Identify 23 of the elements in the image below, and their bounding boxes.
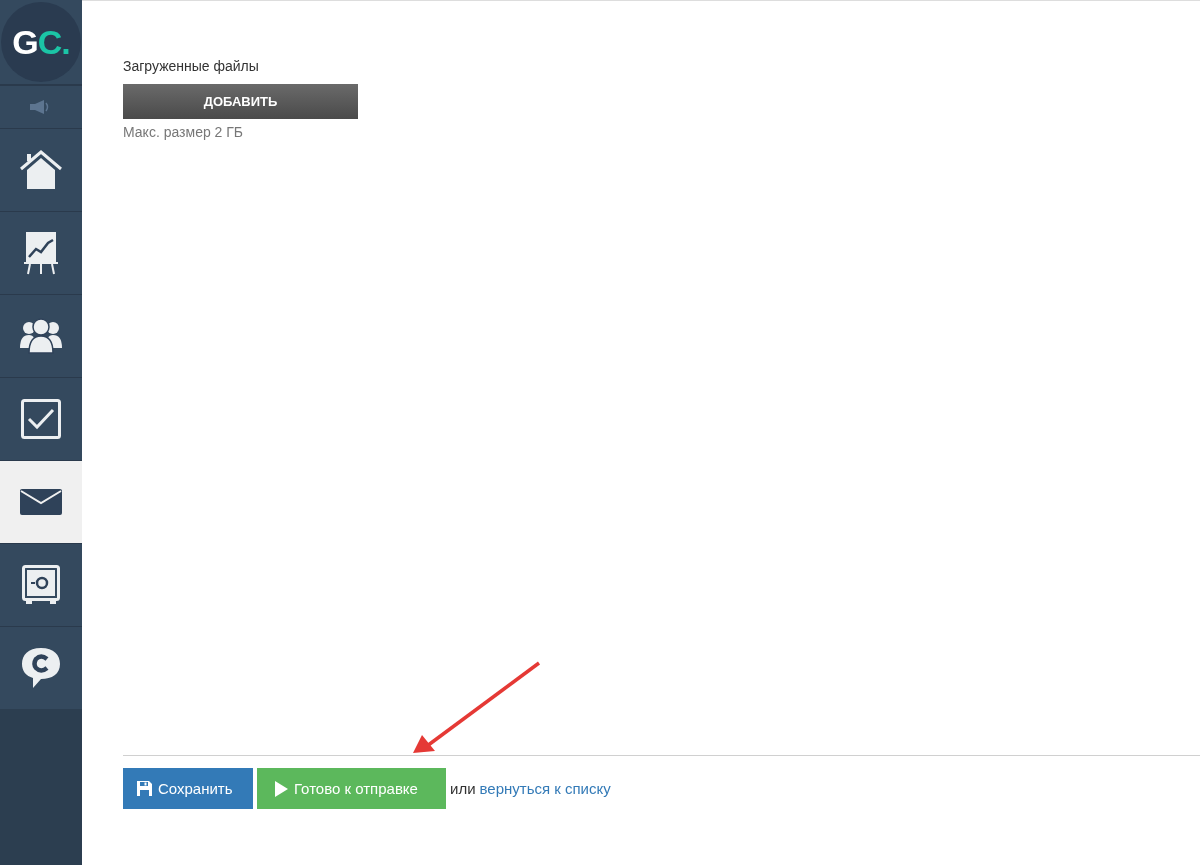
- add-button[interactable]: ДОБАВИТЬ: [123, 84, 358, 119]
- section-label: Загруженные файлы: [123, 58, 259, 74]
- chat-bubble-icon: [21, 647, 61, 689]
- checkbox-icon: [21, 399, 61, 439]
- size-hint: Макс. размер 2 ГБ: [123, 124, 244, 140]
- sidebar-item[interactable]: [0, 377, 82, 460]
- sidebar-item[interactable]: [0, 626, 82, 709]
- sidebar-item[interactable]: [0, 460, 82, 543]
- logo[interactable]: GC.: [1, 2, 81, 82]
- sidebar-item[interactable]: [0, 128, 82, 211]
- play-icon: [275, 780, 288, 797]
- or-text: или: [450, 780, 476, 797]
- envelope-icon: [20, 489, 62, 515]
- sidebar-item[interactable]: [0, 211, 82, 294]
- house-icon: [20, 150, 62, 190]
- sidebar-item[interactable]: [0, 543, 82, 626]
- users-icon: [20, 318, 62, 354]
- back-to-list-link[interactable]: вернуться к списку: [479, 780, 611, 797]
- ready-to-send-button[interactable]: Готово к отправке: [257, 768, 446, 809]
- safe-icon: [22, 565, 60, 605]
- sidebar-item[interactable]: [0, 294, 82, 377]
- save-button[interactable]: Сохранить: [123, 768, 253, 809]
- chart-board-icon: [24, 231, 58, 275]
